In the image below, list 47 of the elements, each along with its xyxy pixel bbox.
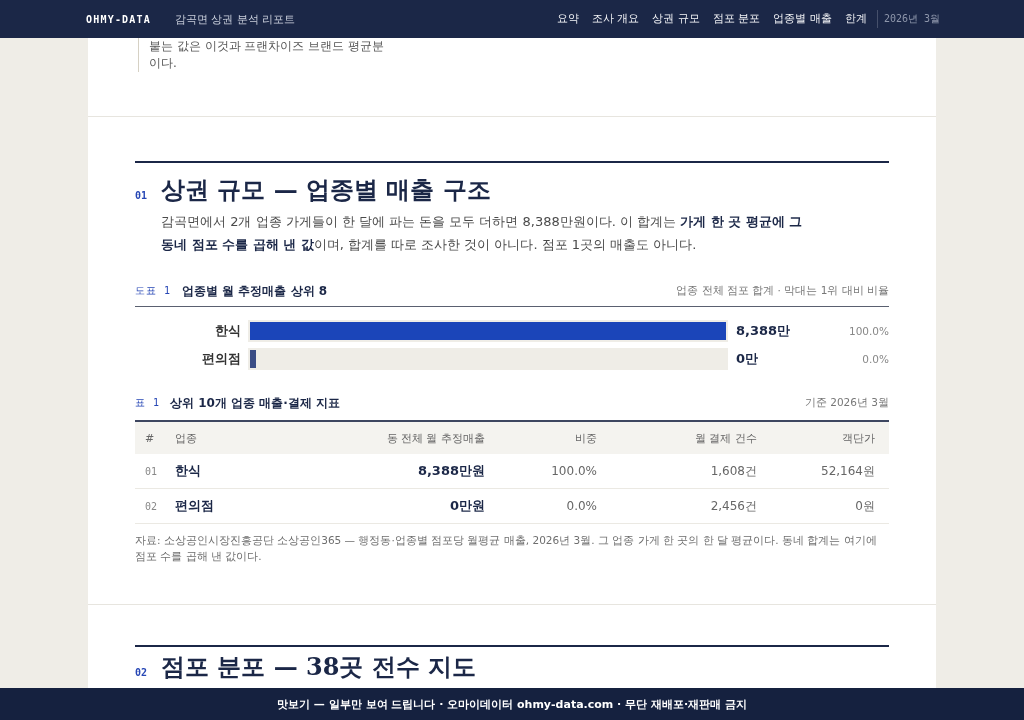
preview-banner: 맛보기 — 일부만 보여 드립니다 · 오마이데이터 ohmy-data.com · 무단 재배포·재판매 금지 (0, 688, 1024, 720)
table-cell-text: 100.0% (550, 464, 598, 478)
date-label: 2026년 3월 (876, 10, 940, 28)
column-header: 월 결제 건수 (694, 430, 758, 446)
table-cell-text: 52,164원 (820, 462, 876, 480)
figure-label: 도표 1 (135, 284, 173, 298)
column-header: 비중 (574, 430, 598, 446)
figure-title: 업종별 월 추정매출 상위 8 (182, 282, 328, 300)
nav-link[interactable]: 한계 (844, 8, 867, 30)
brand-name: OHMY-DATA (86, 13, 151, 25)
nav-link[interactable]: 상권 규모 (652, 8, 700, 30)
column-header: 동 전체 월 추정매출 (385, 430, 486, 446)
table-cell-text: 0원 (854, 497, 876, 515)
bar-share: 100.0% (848, 325, 889, 337)
column-header: # (144, 431, 156, 445)
column-header: 객단가 (841, 430, 876, 446)
report-title: 감곡면 상권 분석 리포트 (175, 11, 296, 27)
bar-share: 0.0% (862, 353, 889, 365)
callout-quote: 붙는 값은 이것과 프랜차이즈 브랜드 평균분이다. (138, 38, 389, 72)
section-number: 01 (135, 190, 149, 202)
section-number: 02 (135, 667, 149, 679)
table-note: 기준 2026년 3월 (804, 396, 889, 410)
table-cell-text: 0.0% (565, 499, 598, 513)
nav-link[interactable]: 점포 분포 (712, 8, 761, 30)
section-title: 점포 분포 — 38곳 전수 지도 (161, 652, 477, 682)
table-cell-text: 2,456건 (709, 497, 758, 515)
table-title: 상위 10개 업종 매출·결제 지표 (170, 394, 340, 412)
section-title: 상권 규모 — 업종별 매출 구조 (161, 175, 491, 205)
table-cell-text: 01 (144, 465, 159, 477)
table-label: 표 1 (135, 396, 162, 410)
table-cell-text: 8,388만원 (416, 462, 486, 480)
table-cell-text: 1,608건 (709, 462, 758, 480)
table-cell-text: 편의점 (175, 497, 215, 515)
table-cell-text: 0만원 (448, 497, 486, 515)
nav-link[interactable]: 업종별 매출 (773, 8, 832, 30)
bar-value: 0만 (736, 350, 759, 368)
lead-paragraph: 감곡면에서 2개 업종 가게들이 한 달에 파는 돈을 모두 더하면 8,388만원이다. 이 합계는 가게 한 곳 평균에 그 동네 점포 수를 곱해 낸 값이며, 합계를 따로 조사한 것이 아니다. 점포 1곳의 매출도 아니다. (161, 213, 804, 254)
bar-label: 편의점 (201, 350, 241, 368)
table-cell-text: 한식 (175, 462, 202, 480)
figure-note: 업종 전체 점포 합계 · 막대는 1위 대비 비율 (676, 284, 889, 298)
nav-link[interactable]: 조사 개요 (591, 8, 640, 30)
bar-value: 8,388만 (736, 322, 791, 340)
source-note: 자료: 소상공인시장진흥공단 소상공인365 — 행정동·업종별 점포당 월평균 매출, 2026년 3월. 그 업종 가게 한 곳의 한 달 평균이다. 동네 합계는 여기에 점포 수를 곱해 낸 값이다. (135, 533, 878, 564)
table-cell-text: 02 (144, 500, 159, 512)
bar-label: 한식 (214, 322, 241, 340)
column-header: 업종 (175, 430, 198, 446)
nav-link[interactable]: 요약 (556, 8, 579, 30)
